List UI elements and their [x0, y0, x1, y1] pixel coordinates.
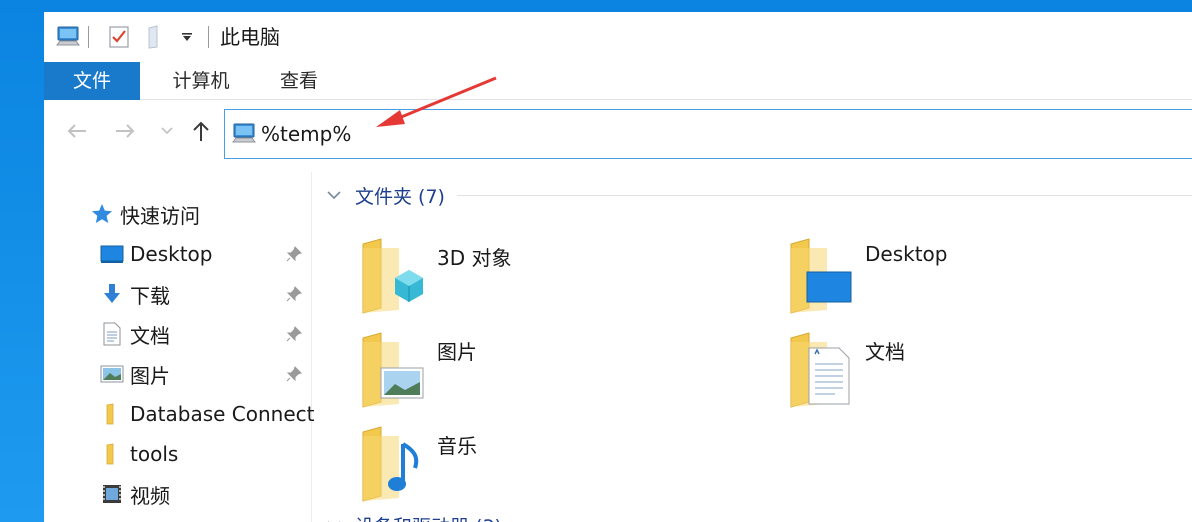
tile-label: 图片 — [437, 340, 477, 364]
ribbon-tabs: 文件 计算机 查看 — [44, 62, 1192, 100]
nav-item-documents[interactable]: 文档 — [100, 318, 170, 350]
navigation-pane: 快速访问 Desktop 下载 文档 图片 Database Connect t… — [44, 172, 314, 522]
nav-item-pictures[interactable]: 图片 — [100, 358, 170, 390]
back-arrow-icon[interactable] — [62, 114, 92, 148]
pin-icon[interactable] — [284, 364, 304, 384]
nav-item-quick-access[interactable]: 快速访问 — [90, 198, 200, 230]
nav-item-downloads[interactable]: 下载 — [100, 278, 170, 310]
tab-file[interactable]: 文件 — [44, 62, 140, 100]
nav-item-videos[interactable]: 视频 — [100, 478, 170, 510]
group-divider — [457, 195, 1192, 196]
pin-icon[interactable] — [284, 324, 304, 344]
window-title: 此电脑 — [220, 25, 280, 49]
3d-objects-folder-icon — [359, 238, 425, 318]
desktop-icon — [100, 242, 124, 266]
tab-computer[interactable]: 计算机 — [148, 62, 254, 100]
nav-label: tools — [130, 442, 179, 466]
folder-icon — [100, 402, 124, 426]
nav-label: 视频 — [130, 483, 170, 508]
pin-icon[interactable] — [284, 284, 304, 304]
nav-label: 文档 — [130, 323, 170, 348]
new-folder-icon[interactable] — [142, 24, 166, 50]
content-pane: 文件夹 (7) 3D 对象 Desktop 图片 文档 音乐 — [313, 164, 1192, 522]
pictures-icon — [100, 362, 124, 386]
pictures-folder-icon — [359, 332, 425, 412]
computer-icon[interactable] — [54, 24, 82, 50]
folder-tile-pictures[interactable]: 图片 — [359, 332, 779, 412]
nav-item-tools[interactable]: tools — [100, 438, 178, 470]
nav-label: 下载 — [130, 283, 170, 308]
nav-label: Desktop — [130, 242, 213, 266]
folder-tile-3d-objects[interactable]: 3D 对象 — [359, 238, 779, 318]
video-icon — [100, 482, 124, 506]
nav-item-desktop[interactable]: Desktop — [100, 238, 212, 270]
up-arrow-icon[interactable] — [186, 114, 216, 148]
group-label: 设备和驱动器 (3) — [355, 512, 502, 522]
recent-dropdown-icon[interactable] — [152, 114, 182, 148]
tile-label: 音乐 — [437, 434, 477, 458]
nav-label: 图片 — [130, 363, 170, 388]
computer-icon — [231, 122, 257, 150]
navigation-bar — [44, 100, 1192, 164]
nav-label: 快速访问 — [120, 203, 200, 228]
nav-item-database-connect[interactable]: Database Connect — [100, 398, 314, 430]
address-input[interactable] — [261, 116, 861, 152]
folder-tile-documents[interactable]: 文档 — [787, 332, 1192, 412]
music-folder-icon — [359, 426, 425, 506]
group-header-devices[interactable]: 设备和驱动器 (3) — [327, 510, 502, 522]
chevron-down-icon — [327, 190, 345, 200]
toolbar-separator — [88, 26, 89, 48]
toolbar-separator — [208, 26, 209, 48]
forward-arrow-icon[interactable] — [110, 114, 140, 148]
tile-label: 3D 对象 — [437, 246, 512, 270]
title-bar: 此电脑 — [44, 12, 1192, 62]
folder-tile-desktop[interactable]: Desktop — [787, 238, 1192, 318]
tab-view[interactable]: 查看 — [256, 62, 342, 100]
annotation-arrow-icon — [376, 76, 497, 127]
customize-dropdown-icon[interactable] — [176, 24, 198, 50]
file-explorer-window: 此电脑 文件 计算机 查看 %temp% 快速访问 Desktop 下载 文档 … — [44, 12, 1192, 522]
folder-icon — [100, 442, 124, 466]
documents-folder-icon — [787, 332, 853, 412]
properties-icon[interactable] — [106, 24, 132, 50]
download-icon — [100, 282, 124, 306]
star-icon — [90, 202, 114, 226]
folder-tile-music[interactable]: 音乐 — [359, 426, 779, 506]
nav-label: Database Connect — [130, 402, 315, 426]
pin-icon[interactable] — [284, 244, 304, 264]
group-label: 文件夹 (7) — [355, 185, 445, 208]
document-icon — [100, 322, 124, 346]
group-header-folders[interactable]: 文件夹 (7) — [327, 180, 445, 210]
tile-label: Desktop — [865, 242, 948, 266]
desktop-folder-icon — [787, 238, 853, 318]
tile-label: 文档 — [865, 340, 905, 364]
